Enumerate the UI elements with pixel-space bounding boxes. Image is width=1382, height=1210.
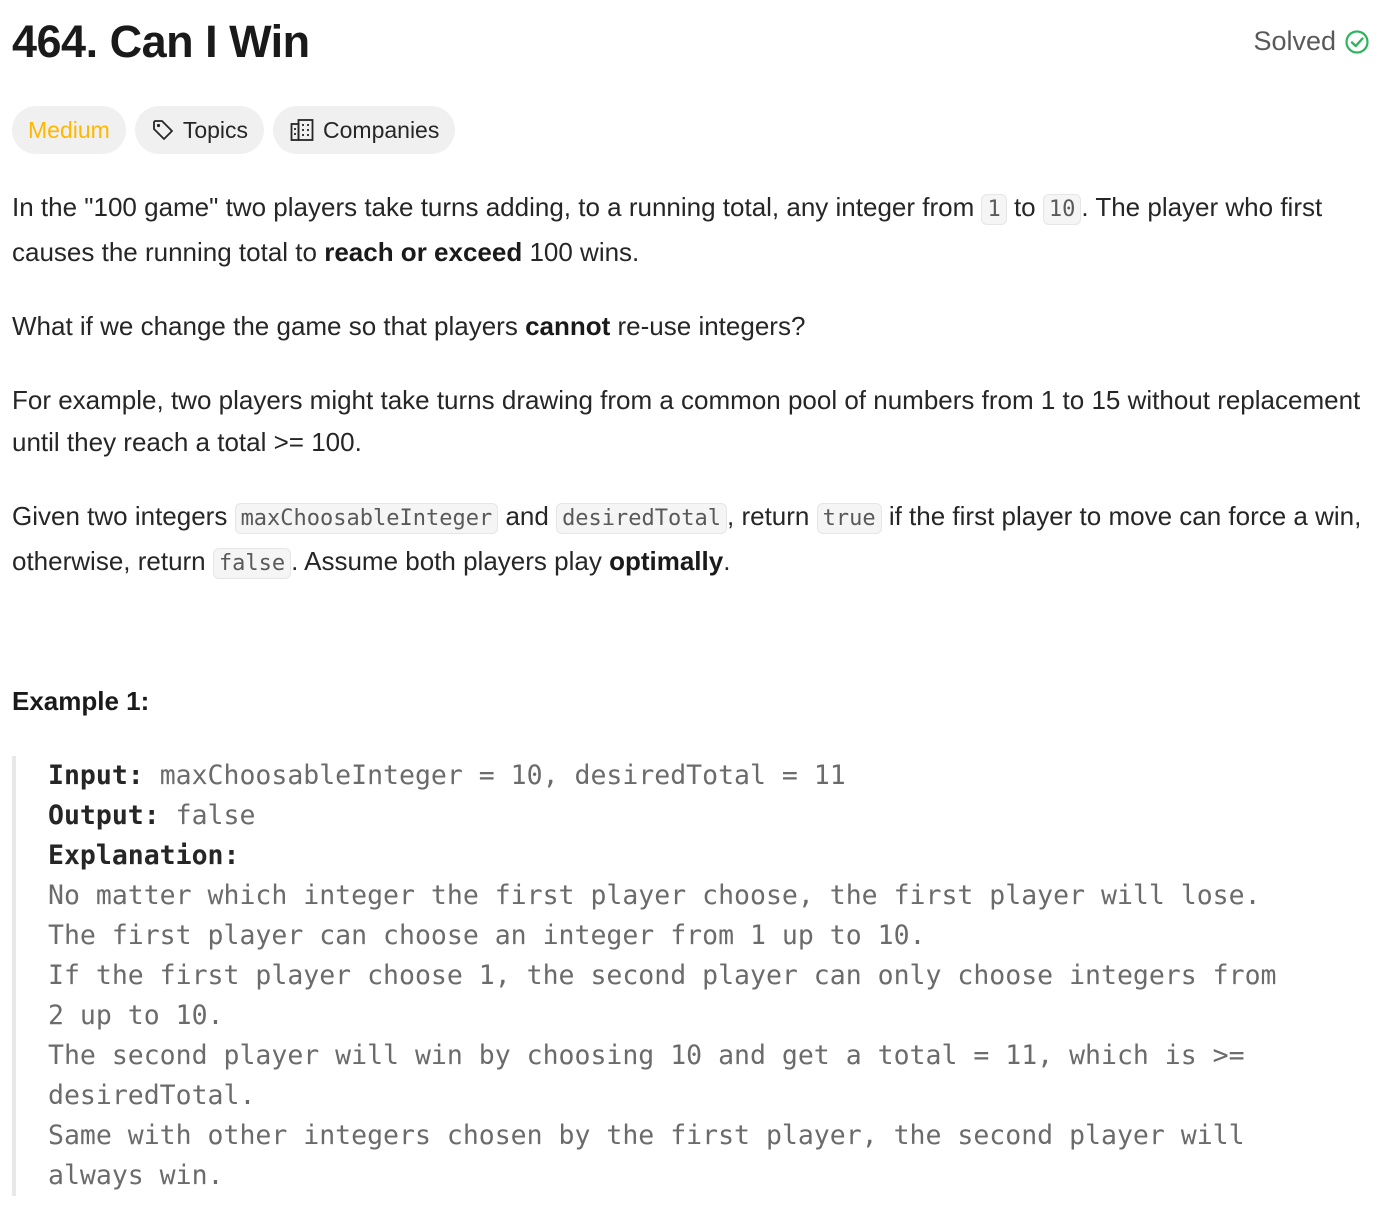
text-span: What if we change the game so that playe… (12, 311, 526, 341)
explanation-line: Same with other integers chosen by the f… (48, 1120, 1245, 1151)
explanation-line: The second player will win by choosing 1… (48, 1040, 1245, 1071)
text-span: . Assume both players play (291, 546, 610, 576)
explanation-line: 2 up to 10. (48, 1000, 224, 1031)
check-circle-icon (1344, 29, 1370, 55)
inline-code: false (212, 548, 292, 579)
explanation-line: desiredTotal. (48, 1080, 256, 1111)
explanation-line: If the first player choose 1, the second… (48, 960, 1277, 991)
text-span: Given two integers (12, 501, 235, 531)
bold-text: cannot (525, 311, 611, 341)
text-span: and (498, 501, 557, 531)
output-label: Output: (48, 800, 160, 831)
description-paragraph: For example, two players might take turn… (12, 385, 1361, 457)
explanation-line: The first player can choose an integer f… (48, 920, 926, 951)
solved-label: Solved (1253, 26, 1336, 56)
example-input: Input: maxChoosableInteger = 10, desired… (48, 756, 1370, 796)
text-span: , return (727, 501, 817, 531)
inline-code: maxChoosableInteger (234, 503, 499, 534)
problem-header: 464. Can I Win Solved (12, 0, 1370, 90)
text-span: In the "100 game" two players take turns… (12, 192, 982, 222)
companies-button[interactable]: Companies (273, 106, 456, 154)
difficulty-badge: Medium (12, 106, 126, 154)
text-span: to (1006, 192, 1043, 222)
input-label: Input: (48, 760, 144, 791)
output-value: false (159, 800, 256, 831)
description-paragraph: What if we change the game so that playe… (12, 305, 1370, 347)
solved-status: Solved (1253, 26, 1370, 57)
inline-code: 10 (1042, 194, 1082, 225)
example-title: Example 1: (12, 686, 150, 716)
problem-title[interactable]: 464. Can I Win (12, 16, 310, 68)
companies-label: Companies (323, 116, 440, 143)
problem-tags: Medium Topics Companies (12, 106, 456, 154)
tag-icon (151, 118, 175, 142)
building-icon (289, 117, 315, 143)
example-explanation-label: Explanation: (48, 836, 1370, 876)
explanation-line: always win. (48, 1160, 224, 1191)
description-paragraph: In the "100 game" two players take turns… (12, 186, 1370, 273)
bold-text: optimally (609, 546, 724, 576)
text-span: . (723, 546, 731, 576)
topics-label: Topics (182, 116, 249, 143)
explanation-label: Explanation: (48, 840, 240, 871)
text-span: 100 wins. (522, 237, 640, 267)
topics-button[interactable]: Topics (134, 106, 265, 154)
text-span: re-use integers? (610, 311, 806, 341)
bold-text: reach or exceed (324, 237, 523, 267)
problem-description: In the "100 game" two players take turns… (12, 186, 1370, 585)
inline-code: desiredTotal (556, 503, 728, 534)
explanation-line: No matter which integer the first player… (48, 880, 1261, 911)
problem-page: 464. Can I Win Solved Medium Topics Comp… (12, 0, 1370, 1196)
inline-code: true (816, 503, 882, 534)
input-value: maxChoosableInteger = 10, desiredTotal =… (143, 760, 846, 791)
description-paragraph: Given two integers maxChoosableInteger a… (12, 495, 1370, 585)
inline-code: 1 (981, 194, 1007, 225)
example-output: Output: false (48, 796, 1370, 836)
example-block: Input: maxChoosableInteger = 10, desired… (12, 756, 1370, 1196)
